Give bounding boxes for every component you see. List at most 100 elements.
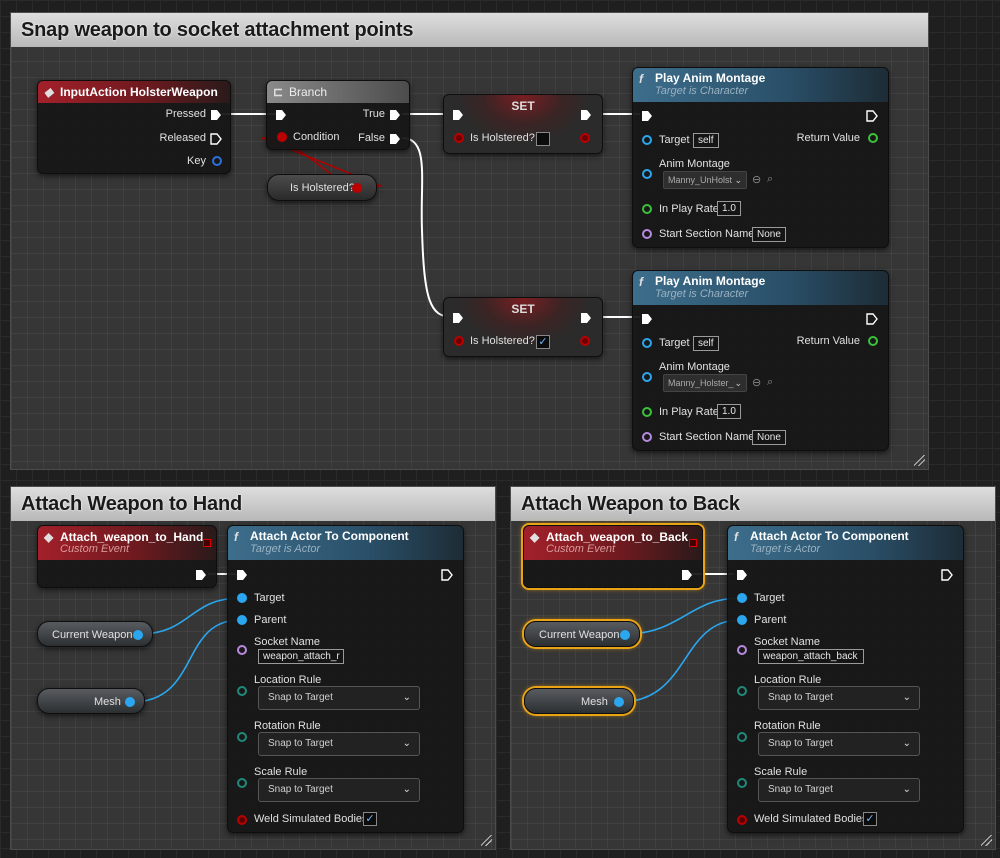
rotation-rule-dropdown[interactable]: Snap to Target ⌄ <box>258 732 420 756</box>
start-section-field[interactable]: None <box>752 227 786 242</box>
socket-name-field[interactable]: weapon_attach_back <box>758 649 864 664</box>
location-rule-pin[interactable] <box>237 686 247 696</box>
scale-rule-dropdown[interactable]: Snap to Target ⌄ <box>258 778 420 802</box>
exec-out-pin[interactable] <box>941 569 953 581</box>
node-header[interactable]: ⊏ Branch <box>267 81 409 103</box>
weld-pin[interactable] <box>237 815 247 825</box>
exec-out-true-pin[interactable] <box>389 109 401 121</box>
socket-name-pin[interactable] <box>237 645 247 655</box>
weld-pin[interactable] <box>737 815 747 825</box>
node-header[interactable]: f Play Anim Montage Target is Character <box>633 68 888 102</box>
scale-rule-pin[interactable] <box>237 778 247 788</box>
rotation-rule-pin[interactable] <box>737 732 747 742</box>
parent-pin[interactable] <box>737 615 747 625</box>
target-pin[interactable] <box>237 593 247 603</box>
is-holstered-checkbox[interactable] <box>536 132 550 146</box>
scale-rule-pin[interactable] <box>737 778 747 788</box>
weld-checkbox[interactable]: ✓ <box>863 812 877 826</box>
exec-out-false-pin[interactable] <box>389 133 401 145</box>
anim-montage-asset-dropdown[interactable]: Manny_UnHolst ⌄ <box>663 171 747 189</box>
exec-in-pin[interactable] <box>641 110 653 122</box>
current-weapon-getter[interactable]: Current Weapon <box>524 621 640 647</box>
target-pin[interactable] <box>737 593 747 603</box>
bool-out-pin[interactable] <box>352 183 362 193</box>
node-header[interactable]: f Attach Actor To Component Target is Ac… <box>728 526 963 560</box>
bool-in-pin[interactable] <box>454 336 464 346</box>
node-header[interactable]: f Play Anim Montage Target is Character <box>633 271 888 305</box>
is-holstered-checkbox[interactable]: ✓ <box>536 335 550 349</box>
branch-node[interactable]: ⊏ Branch Condition True False <box>266 80 410 150</box>
custom-event-attach-back[interactable]: ◆ Attach_weapon_to_Back Custom Event <box>523 525 703 588</box>
current-weapon-getter[interactable]: Current Weapon <box>37 621 153 647</box>
play-anim-montage-node-unholster[interactable]: f Play Anim Montage Target is Character … <box>632 67 889 248</box>
target-self-field[interactable]: self <box>693 336 719 351</box>
custom-event-attach-hand[interactable]: ◆ Attach_weapon_to_Hand Custom Event <box>37 525 217 588</box>
location-rule-pin[interactable] <box>737 686 747 696</box>
parent-pin[interactable] <box>237 615 247 625</box>
bool-out-pin[interactable] <box>580 133 590 143</box>
condition-pin[interactable] <box>277 132 287 142</box>
use-selected-icon[interactable]: ⊖ <box>752 173 761 186</box>
anim-montage-asset-dropdown[interactable]: Manny_Holster_ ⌄ <box>663 374 747 392</box>
delegate-pin-icon[interactable] <box>203 539 211 547</box>
start-section-field[interactable]: None <box>752 430 786 445</box>
anim-montage-pin[interactable] <box>642 372 652 382</box>
exec-out-pin[interactable] <box>195 569 207 581</box>
play-rate-pin[interactable] <box>642 204 652 214</box>
location-rule-dropdown[interactable]: Snap to Target ⌄ <box>758 686 920 710</box>
start-section-pin[interactable] <box>642 229 652 239</box>
exec-out-pin[interactable] <box>441 569 453 581</box>
rotation-rule-dropdown[interactable]: Snap to Target ⌄ <box>758 732 920 756</box>
target-pin[interactable] <box>642 135 652 145</box>
use-selected-icon[interactable]: ⊖ <box>752 376 761 389</box>
object-out-pin[interactable] <box>125 697 135 707</box>
set-node-true[interactable]: SET Is Holstered? <box>443 94 603 154</box>
is-holstered-getter[interactable]: Is Holstered? <box>267 174 377 201</box>
node-header[interactable]: ◆ Attach_weapon_to_Hand Custom Event <box>38 526 216 560</box>
input-action-node[interactable]: ◆ InputAction HolsterWeapon Pressed Rele… <box>37 80 231 174</box>
bool-out-pin[interactable] <box>580 336 590 346</box>
set-node-false[interactable]: SET Is Holstered? ✓ <box>443 297 603 357</box>
key-struct-pin[interactable] <box>212 156 222 166</box>
comment-title[interactable]: Attach Weapon to Hand <box>11 487 495 521</box>
node-header[interactable]: f Attach Actor To Component Target is Ac… <box>228 526 463 560</box>
start-section-pin[interactable] <box>642 432 652 442</box>
bool-in-pin[interactable] <box>454 133 464 143</box>
play-rate-pin[interactable] <box>642 407 652 417</box>
play-anim-montage-node-holster[interactable]: f Play Anim Montage Target is Character … <box>632 270 889 451</box>
rotation-rule-pin[interactable] <box>237 732 247 742</box>
resize-grip-icon[interactable] <box>981 835 992 846</box>
target-self-field[interactable]: self <box>693 133 719 148</box>
exec-in-pin[interactable] <box>275 109 287 121</box>
object-out-pin[interactable] <box>614 697 624 707</box>
exec-out-pin[interactable] <box>866 313 878 325</box>
exec-in-pin[interactable] <box>236 569 248 581</box>
browse-search-icon[interactable]: ⌕ <box>767 173 773 186</box>
attach-actor-to-component-hand[interactable]: f Attach Actor To Component Target is Ac… <box>227 525 464 833</box>
scale-rule-dropdown[interactable]: Snap to Target ⌄ <box>758 778 920 802</box>
exec-in-pin[interactable] <box>452 312 464 324</box>
resize-grip-icon[interactable] <box>914 455 925 466</box>
node-header[interactable]: ◆ Attach_weapon_to_Back Custom Event <box>524 526 702 560</box>
node-header[interactable]: ◆ InputAction HolsterWeapon <box>38 81 230 103</box>
exec-in-pin[interactable] <box>452 109 464 121</box>
exec-in-pin[interactable] <box>641 313 653 325</box>
exec-out-pin-filled[interactable] <box>210 109 222 121</box>
weld-checkbox[interactable]: ✓ <box>363 812 377 826</box>
return-value-pin[interactable] <box>868 133 878 143</box>
comment-title[interactable]: Snap weapon to socket attachment points <box>11 13 928 47</box>
exec-out-pin-empty[interactable] <box>210 133 222 145</box>
browse-search-icon[interactable]: ⌕ <box>767 376 773 389</box>
comment-title[interactable]: Attach Weapon to Back <box>511 487 995 521</box>
location-rule-dropdown[interactable]: Snap to Target ⌄ <box>258 686 420 710</box>
exec-in-pin[interactable] <box>736 569 748 581</box>
mesh-getter[interactable]: Mesh <box>524 688 634 714</box>
socket-name-pin[interactable] <box>737 645 747 655</box>
return-value-pin[interactable] <box>868 336 878 346</box>
exec-out-pin[interactable] <box>681 569 693 581</box>
target-pin[interactable] <box>642 338 652 348</box>
socket-name-field[interactable]: weapon_attach_r <box>258 649 344 664</box>
mesh-getter[interactable]: Mesh <box>37 688 145 714</box>
object-out-pin[interactable] <box>620 630 630 640</box>
exec-out-pin[interactable] <box>580 312 592 324</box>
